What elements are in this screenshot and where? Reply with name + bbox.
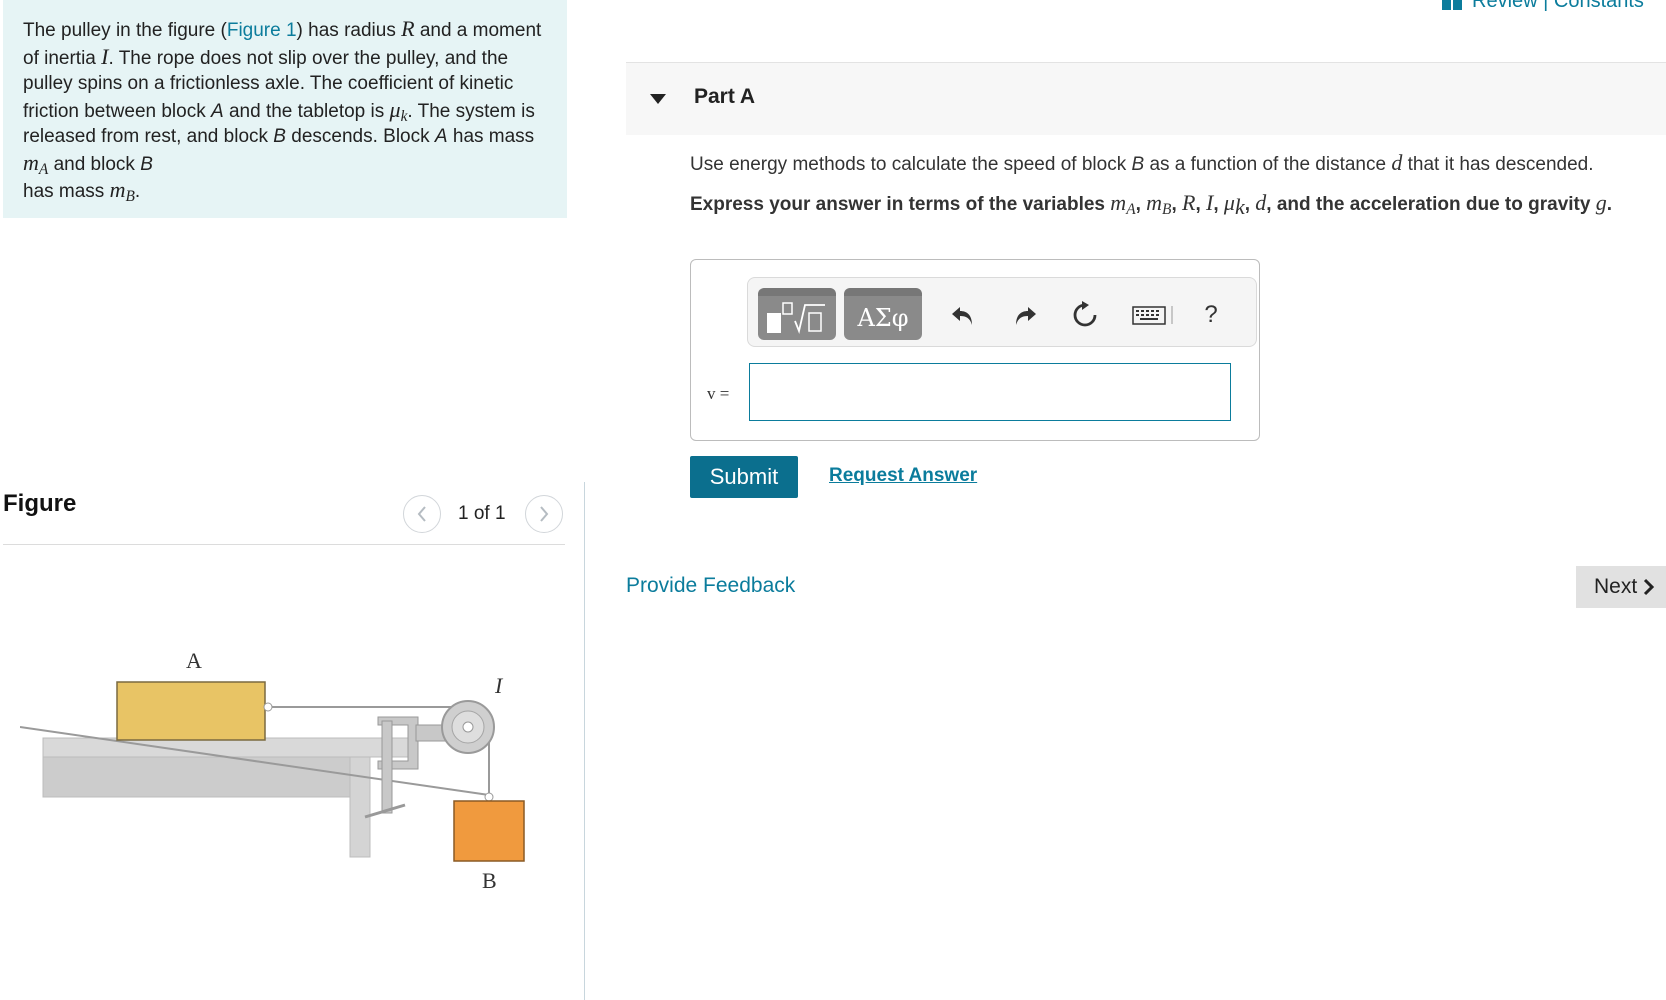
var-d: d (1255, 190, 1267, 215)
chevron-left-icon (417, 506, 426, 522)
var-g: g (1595, 190, 1607, 215)
next-label: Next (1594, 575, 1638, 598)
instr-part: . (1606, 194, 1612, 215)
m-symbol: m (109, 177, 126, 202)
review-constants-label: Review | Constants (1472, 0, 1644, 12)
m-symbol: m (23, 149, 39, 175)
question-part: that it has descended. (1402, 154, 1594, 175)
template-icon (767, 302, 825, 335)
caret-down-icon[interactable] (650, 93, 666, 105)
problem-text: . (134, 181, 141, 202)
block-a-ref: A (211, 100, 224, 122)
var-m-a: mA (23, 149, 49, 178)
var-m-b: mB (109, 177, 135, 205)
problem-text: has mass (23, 181, 110, 202)
question-part: Use energy methods to calculate the spee… (690, 154, 1132, 175)
separator: , (1135, 194, 1147, 215)
m-sub: A (1126, 201, 1136, 218)
problem-text: has mass (447, 126, 535, 147)
table-leg (349, 756, 371, 858)
figure-link[interactable]: Figure 1 (227, 20, 297, 41)
request-answer-link[interactable]: Request Answer (829, 465, 977, 487)
clamp-screw (381, 720, 393, 814)
block-b-ref: B (140, 153, 153, 175)
problem-text: and block (48, 153, 141, 175)
var-d: d (1391, 150, 1403, 175)
provide-feedback-link[interactable]: Provide Feedback (626, 574, 795, 598)
answer-instructions: Express your answer in terms of the vari… (690, 190, 1650, 218)
problem-text: and the tabletop is (223, 100, 390, 122)
block-a-hook (263, 702, 273, 712)
m-symbol: m (1110, 190, 1127, 215)
var-m-b: mB (1146, 190, 1171, 217)
block-b-ref: B (273, 126, 286, 147)
separator: , (1244, 194, 1256, 215)
prev-figure-button[interactable] (403, 495, 441, 533)
question-part: as a function of the distance (1144, 154, 1392, 175)
problem-text: The pulley in the figure ( (23, 20, 227, 41)
undo-icon[interactable] (948, 300, 978, 330)
book-icon (1442, 0, 1462, 10)
problem-text: descends. Block (285, 126, 435, 147)
problem-statement: The pulley in the figure (Figure 1) has … (3, 0, 567, 218)
label-a: A (186, 648, 202, 673)
block-b-hook (484, 792, 494, 802)
block-a (116, 681, 266, 741)
reset-icon[interactable] (1070, 300, 1100, 330)
m-sub: A (38, 160, 49, 178)
figure-divider (3, 544, 565, 545)
separator: , (1213, 194, 1224, 215)
next-button[interactable]: Next (1576, 566, 1666, 608)
redo-icon[interactable] (1010, 300, 1040, 330)
mu-symbol: μ (1223, 190, 1235, 215)
figure-counter: 1 of 1 (458, 503, 506, 524)
var-m-a: mA (1110, 190, 1136, 218)
template-button[interactable] (758, 288, 836, 340)
var-mu-k: μk (389, 96, 408, 124)
greek-symbols-button[interactable]: ΑΣφ (844, 288, 922, 340)
chevron-right-icon (540, 506, 549, 522)
var-r: R (1182, 190, 1196, 215)
label-b: B (482, 868, 497, 893)
review-constants-link[interactable]: Review | Constants (1442, 0, 1644, 13)
table-body (42, 756, 371, 798)
help-button[interactable]: ? (1196, 300, 1226, 330)
part-header[interactable]: Part A (626, 62, 1666, 135)
problem-text: ) has radius (296, 20, 402, 41)
separator: , (1171, 194, 1183, 215)
separator: , (1195, 194, 1207, 215)
part-title: Part A (694, 85, 756, 108)
panel-divider (584, 482, 585, 1000)
table-top (42, 737, 409, 758)
math-toolbar: ΑΣφ ? (747, 277, 1257, 347)
instr-part: , and the acceleration due to gravity (1266, 194, 1596, 215)
figure-heading: Figure (3, 490, 77, 517)
pulley-figure: A I B (20, 648, 525, 893)
instr-part: Express your answer in terms of the vari… (690, 194, 1111, 215)
m-sub: B (125, 188, 135, 205)
var-r: R (401, 16, 415, 41)
answer-label: v = (707, 384, 730, 403)
var-mu-k: μk (1223, 190, 1245, 218)
next-figure-button[interactable] (525, 495, 563, 533)
pulley-axle (462, 721, 474, 733)
mu-symbol: μ (389, 96, 401, 122)
answer-input[interactable] (749, 363, 1231, 421)
answer-box: ΑΣφ ? v = (690, 259, 1260, 441)
chevron-right-icon (1644, 578, 1655, 596)
submit-button[interactable]: Submit (690, 456, 798, 498)
block-b-ref: B (1131, 154, 1145, 175)
block-a-ref: A (434, 126, 448, 147)
block-b (453, 800, 525, 862)
m-symbol: m (1146, 190, 1163, 215)
mu-sub: k (1234, 194, 1245, 219)
question-text: Use energy methods to calculate the spee… (690, 150, 1666, 176)
label-i: I (494, 673, 504, 698)
keyboard-icon[interactable] (1132, 300, 1176, 330)
